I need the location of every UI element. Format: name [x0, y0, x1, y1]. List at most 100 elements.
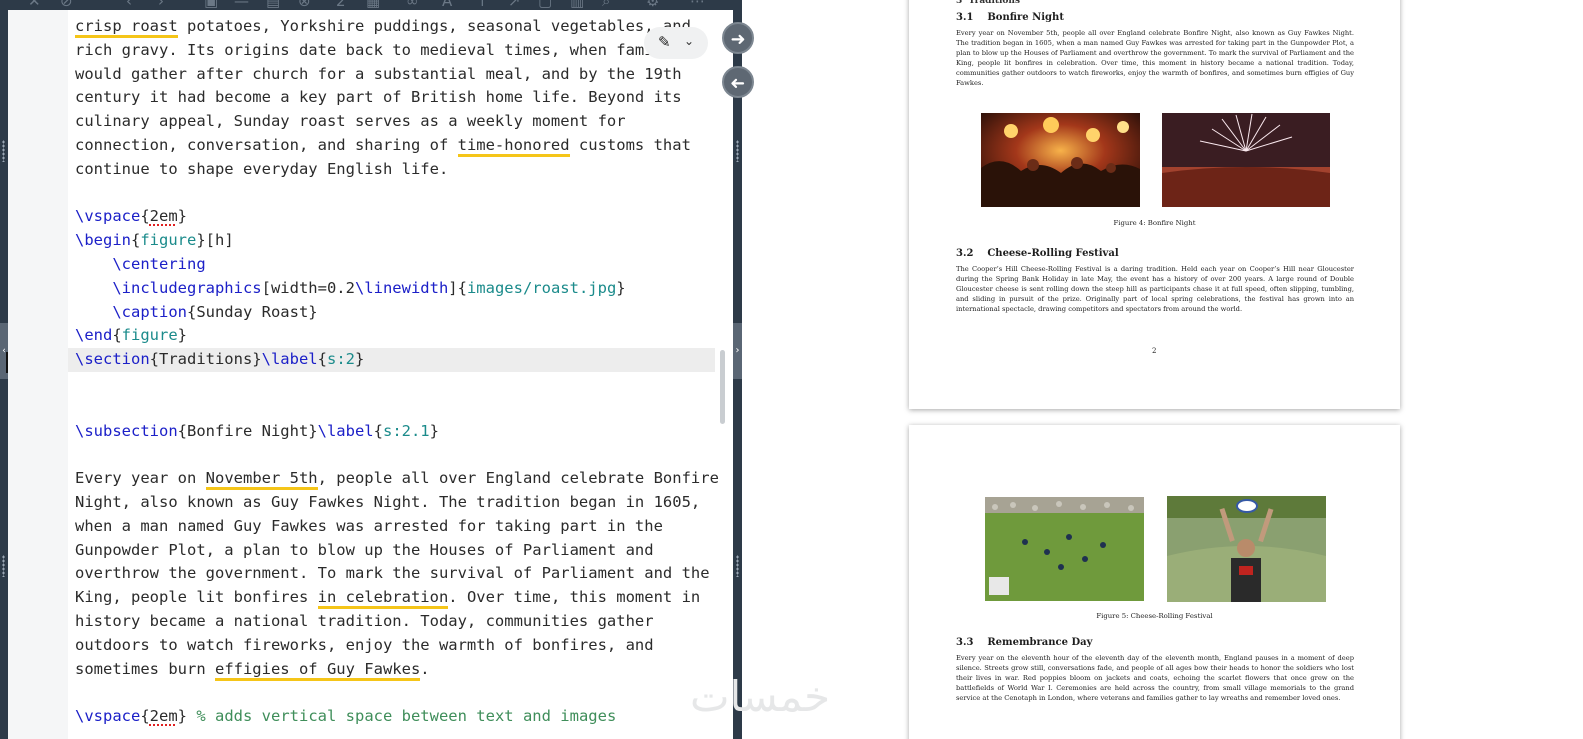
subsection-heading: 3.1 Bonfire Night — [956, 12, 1064, 23]
paragraph: The Cooper’s Hill Cheese-Rolling Festiva… — [956, 265, 1354, 313]
line-text: sometimes burn effigies of Guy Fawkes. — [75, 657, 430, 681]
page-number: 2 — [1152, 347, 1157, 355]
arrow-left-icon: ➜ — [730, 73, 746, 94]
line-text: rich gravy. Its origins date back to med… — [75, 40, 691, 59]
code-line[interactable]: 111 — [68, 371, 733, 395]
editor-toolbar: ✕ ⊘ ‹ › ▣ — ▤ ⊗ 2 ▦ ∞ A ↑ ↗ ▢ ▥ ⌕ ⚙ ⋯ — [8, 0, 733, 10]
editor-scrollbar[interactable] — [720, 350, 725, 424]
close-icon[interactable]: ✕ — [28, 0, 41, 10]
subsection-heading: 3.2 Cheese-Rolling Festival — [956, 248, 1119, 259]
pencil-icon[interactable]: ✎ — [658, 33, 671, 51]
line-text: \section{Traditions}\label{s:2} — [75, 350, 365, 369]
code-line[interactable]: 113▼\subsection{Bonfire Night}\label{s:2… — [68, 419, 733, 443]
line-text: culinary appeal, Sunday roast serves as … — [75, 112, 626, 131]
code-line[interactable]: continue to shape everyday English life. — [68, 157, 733, 181]
line-text: \caption{Sunday Roast} — [112, 302, 318, 321]
line-text: crisp roast potatoes, Yorkshire puddings… — [75, 14, 691, 38]
table-icon[interactable]: ▦ — [366, 0, 380, 10]
code-line[interactable]: rich gravy. Its origins date back to med… — [68, 38, 733, 62]
line-text: \centering — [112, 255, 206, 273]
subsection-heading: 3.3 Remembrance Day — [956, 637, 1093, 648]
code-line[interactable]: 106 \centering — [68, 252, 733, 276]
code-line[interactable]: 112 — [68, 395, 733, 419]
code-line[interactable]: 109\end{figure} — [68, 323, 733, 347]
font-icon[interactable]: A — [442, 0, 452, 10]
line-text: Night, also known as Guy Fawkes Night. T… — [75, 493, 701, 511]
cheese-winner-image — [1167, 496, 1326, 602]
minus-icon[interactable]: — — [234, 0, 249, 10]
code-area[interactable]: crisp roast potatoes, Yorkshire puddings… — [68, 10, 733, 739]
document-icon[interactable]: ▤ — [266, 0, 280, 10]
cancel-icon[interactable]: ⊘ — [60, 0, 73, 10]
code-line[interactable]: 115Every year on November 5th, people al… — [68, 466, 733, 491]
pdf-page[interactable]: 3 Traditions 3.1 Bonfire Night Every yea… — [909, 0, 1400, 409]
code-line[interactable]: when a man named Guy Fawkes was arrested… — [68, 514, 733, 538]
undo-icon[interactable]: ‹ — [126, 0, 132, 10]
line-text: \end{figure} — [75, 326, 188, 345]
code-line[interactable]: connection, conversation, and sharing of… — [68, 133, 733, 157]
code-line[interactable]: culinary appeal, Sunday roast serves as … — [68, 109, 733, 133]
text-cursor — [6, 352, 8, 373]
arrow-up-icon[interactable]: ↑ — [476, 0, 489, 10]
line-text: would gather after church for a substant… — [75, 64, 682, 83]
line-text: connection, conversation, and sharing of… — [75, 133, 691, 157]
code-line[interactable]: Night, also known as Guy Fawkes Night. T… — [68, 490, 733, 514]
code-line[interactable]: 104\vspace{2em} — [68, 204, 733, 228]
code-line[interactable]: 108 \caption{Sunday Roast} — [68, 300, 733, 324]
code-line[interactable]: outdoors to watch fireworks, enjoy the w… — [68, 633, 733, 657]
line-text: \vspace{2em} % adds vertical space betwe… — [75, 707, 617, 726]
paragraph: Every year on the eleventh hour of the e… — [956, 654, 1354, 702]
redo-icon[interactable]: › — [158, 0, 164, 10]
code-line[interactable]: 114 — [68, 442, 733, 466]
code-line[interactable]: 117\vspace{2em} % adds vertical space be… — [68, 704, 733, 728]
search-icon[interactable]: ⌕ — [602, 0, 610, 10]
line-text: King, people lit bonfires in celebration… — [75, 585, 700, 610]
code-line[interactable]: sometimes burn effigies of Guy Fawkes. — [68, 657, 733, 681]
code-line[interactable]: history became a national tradition. Tod… — [68, 609, 733, 633]
pdf-preview-pane[interactable]: 3 Traditions 3.1 Bonfire Night Every yea… — [742, 0, 1583, 739]
figure-caption: Figure 4: Bonfire Night — [1113, 219, 1196, 227]
code-line[interactable]: King, people lit bonfires in celebration… — [68, 585, 733, 610]
code-line[interactable]: crisp roast potatoes, Yorkshire puddings… — [68, 14, 733, 38]
code-line[interactable]: Gunpowder Plot, a plan to blow up the Ho… — [68, 538, 733, 562]
code-line[interactable]: overthrow the government. To mark the su… — [68, 561, 733, 585]
code-line[interactable]: 107 \includegraphics[width=0.2\linewidth… — [68, 276, 733, 300]
code-line[interactable]: 110▼\section{Traditions}\label{s:2} — [68, 347, 733, 373]
code-line[interactable]: 103 — [68, 181, 733, 205]
code-line[interactable]: 116 — [68, 680, 733, 704]
rail-grip — [2, 555, 5, 577]
divider-grip — [736, 140, 739, 162]
rail-grip — [2, 140, 5, 162]
paragraph: Every year on November 5th, people all o… — [956, 29, 1354, 87]
link-icon[interactable]: ∞ — [406, 0, 419, 10]
line-text: \subsection{Bonfire Night}\label{s:2.1} — [75, 421, 439, 440]
watermark-logo: خمسات — [690, 672, 831, 721]
code-line[interactable]: century it had become a key part of Brit… — [68, 85, 733, 109]
line-text: century it had become a key part of Brit… — [75, 88, 682, 107]
line-text: \begin{figure}[h] — [75, 231, 234, 250]
collapse-right-handle[interactable]: › — [733, 323, 742, 379]
line-text: history became a national tradition. Tod… — [75, 612, 654, 630]
save-icon[interactable]: ▣ — [204, 0, 218, 10]
line-text: Gunpowder Plot, a plan to blow up the Ho… — [75, 540, 654, 559]
line-text: continue to shape everyday English life. — [75, 159, 449, 178]
code-line[interactable]: 105▼\begin{figure}[h] — [68, 228, 733, 252]
gear-icon[interactable]: ⚙ — [646, 0, 659, 10]
arrow-icon[interactable]: ↗ — [508, 0, 521, 10]
code-editor-pane[interactable]: ✕ ⊘ ‹ › ▣ — ▤ ⊗ 2 ▦ ∞ A ↑ ↗ ▢ ▥ ⌕ ⚙ ⋯ cr… — [0, 0, 733, 739]
sync-to-pdf-button[interactable]: ➜ — [722, 22, 754, 54]
more-icon[interactable]: ⋯ — [690, 0, 705, 10]
heading-icon[interactable]: 2 — [336, 0, 346, 10]
figure-caption: Figure 5: Cheese-Rolling Festival — [1096, 612, 1213, 620]
line-text: overthrow the government. To mark the su… — [75, 564, 710, 583]
circle-icon[interactable]: ⊗ — [298, 0, 311, 10]
chevron-down-icon[interactable]: ⌄ — [684, 34, 694, 48]
line-text: outdoors to watch fireworks, enjoy the w… — [75, 635, 654, 654]
clipboard-icon[interactable]: ▥ — [570, 0, 584, 10]
code-line[interactable]: would gather after church for a substant… — [68, 62, 733, 86]
sync-to-code-button[interactable]: ➜ — [722, 66, 754, 98]
divider-grip — [736, 555, 739, 577]
copy-icon[interactable]: ▢ — [538, 0, 552, 10]
edit-mode-pill[interactable] — [644, 27, 708, 59]
pdf-page[interactable]: Figure 5: Cheese-Rolling Festival 3.3 Re… — [909, 425, 1400, 739]
